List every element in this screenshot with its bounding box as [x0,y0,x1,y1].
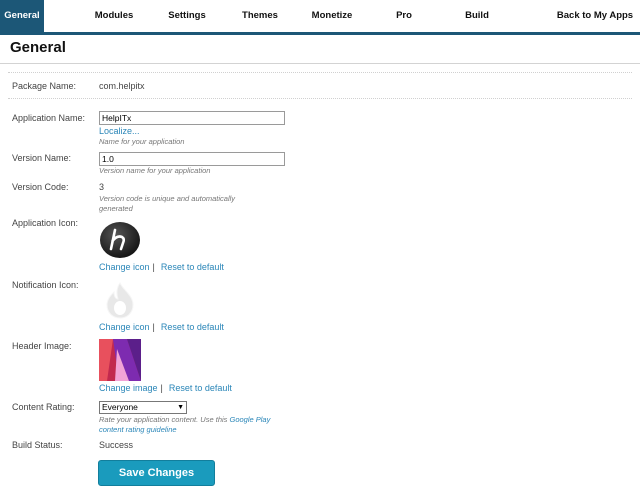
content-rating-label: Content Rating: [12,402,75,412]
tab-pro[interactable]: Pro [389,0,419,32]
save-changes-button[interactable]: Save Changes [98,460,215,486]
content-rating-hint: Rate your application content. Use this … [99,415,279,435]
content-rating-hint-text: Rate your application content. Use this [99,415,228,424]
notification-icon-actions: Change icon | Reset to default [99,322,224,332]
tab-settings[interactable]: Settings [162,0,212,32]
version-name-input[interactable] [99,152,285,166]
application-icon-label: Application Icon: [12,218,79,228]
top-nav-bar: General Modules Settings Themes Monetize… [0,0,640,35]
localize-link[interactable]: Localize... [99,126,140,136]
tab-themes[interactable]: Themes [236,0,284,32]
application-name-input[interactable] [99,111,285,125]
section-divider [8,72,632,73]
flame-icon [103,281,137,321]
notification-icon-label: Notification Icon: [12,280,79,290]
header-image-actions: Change image | Reset to default [99,383,232,393]
row-divider [8,98,632,99]
content-rating-selected: Everyone [102,402,138,412]
package-name-value: com.helpitx [99,81,145,91]
version-name-label: Version Name: [12,153,72,163]
build-status-label: Build Status: [12,440,63,450]
tab-back-to-my-apps[interactable]: Back to My Apps [555,0,635,32]
version-code-hint: Version code is unique and automatically… [99,194,236,213]
title-divider [0,63,640,64]
tab-monetize[interactable]: Monetize [306,0,358,32]
version-code-label: Version Code: [12,182,69,192]
tab-general[interactable]: General [0,0,44,32]
reset-notification-icon-link[interactable]: Reset to default [161,322,224,332]
version-name-hint: Version name for your application [99,166,211,175]
change-app-icon-link[interactable]: Change icon [99,262,150,272]
header-image-thumbnail [99,339,141,383]
application-name-label: Application Name: [12,113,86,123]
content-rating-select[interactable]: Everyone ▼ [99,401,187,414]
change-notification-icon-link[interactable]: Change icon [99,322,150,332]
application-icon-actions: Change icon | Reset to default [99,262,224,272]
separator: | [152,322,155,332]
change-header-image-link[interactable]: Change image [99,383,158,393]
package-name-label: Package Name: [12,81,77,91]
reset-header-image-link[interactable]: Reset to default [169,383,232,393]
dropdown-arrow-icon: ▼ [177,404,184,411]
version-code-value: 3 [99,182,105,192]
h-letter-icon [99,221,141,261]
build-status-value: Success [99,440,134,450]
application-name-hint: Name for your application [99,137,185,146]
separator: | [160,383,163,393]
page-title: General [10,39,66,56]
reset-app-icon-link[interactable]: Reset to default [161,262,224,272]
tab-build[interactable]: Build [460,0,494,32]
header-image-label: Header Image: [12,341,72,351]
separator: | [152,262,155,272]
tab-modules[interactable]: Modules [89,0,139,32]
